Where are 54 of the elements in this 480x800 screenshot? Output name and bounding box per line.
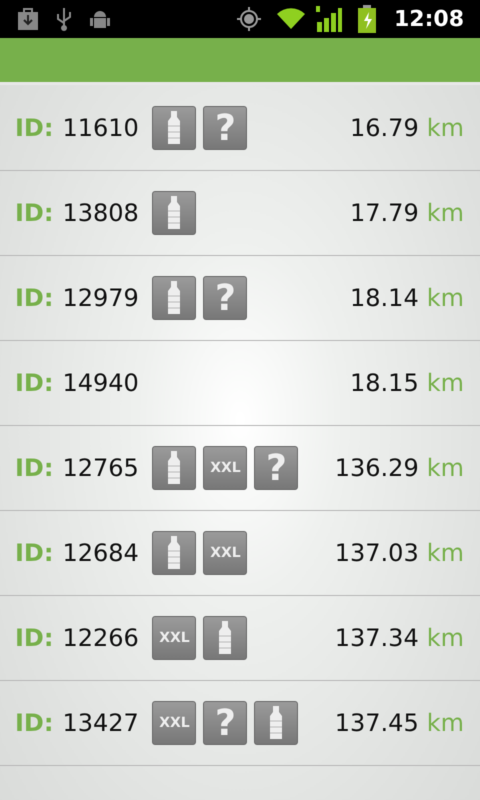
id-number: 13808 xyxy=(62,199,140,227)
id-label: ID: xyxy=(15,284,54,312)
wifi-icon xyxy=(276,7,306,31)
unit-label: km xyxy=(426,199,464,227)
unknown-tag: ? xyxy=(254,446,298,490)
bottle-icon xyxy=(152,106,196,150)
unit-label: km xyxy=(426,284,464,312)
distance: 17.79 xyxy=(350,199,419,227)
unit-label: km xyxy=(426,369,464,397)
id-number: 12684 xyxy=(62,539,140,567)
unknown-tag: ? xyxy=(203,276,248,320)
gps-icon xyxy=(236,6,262,32)
usb-icon xyxy=(54,6,74,32)
distance: 18.14 xyxy=(350,284,419,312)
id-number: 13427 xyxy=(62,709,140,737)
distance: 137.03 xyxy=(334,539,419,567)
bottle-icon xyxy=(203,616,248,660)
id-number: 12765 xyxy=(62,454,140,482)
bottle-icon xyxy=(254,701,298,745)
unit-label: km xyxy=(426,709,464,737)
bottle-icon xyxy=(152,531,196,575)
distance: 137.45 xyxy=(334,709,419,737)
id-label: ID: xyxy=(15,709,54,737)
size-tag: XXL xyxy=(203,531,248,575)
unknown-tag: ? xyxy=(203,701,248,745)
id-label: ID: xyxy=(15,454,54,482)
id-number: 11610 xyxy=(62,114,140,142)
signal-icon xyxy=(316,6,342,32)
id-label: ID: xyxy=(15,539,54,567)
download-icon xyxy=(16,7,40,31)
id-label: ID: xyxy=(15,369,54,397)
bottle-icon xyxy=(152,276,196,320)
unit-label: km xyxy=(426,539,464,567)
distance: 18.15 xyxy=(350,369,419,397)
battery-icon xyxy=(358,5,376,33)
distance: 137.34 xyxy=(334,624,419,652)
unit-label: km xyxy=(426,454,464,482)
id-number: 14940 xyxy=(62,369,140,397)
bottle-icon xyxy=(152,191,196,235)
id-number: 12979 xyxy=(62,284,140,312)
size-tag: XXL xyxy=(152,616,196,660)
unknown-tag: ? xyxy=(203,106,248,150)
size-tag: XXL xyxy=(152,701,196,745)
distance: 136.29 xyxy=(334,454,419,482)
id-label: ID: xyxy=(15,114,54,142)
bottle-icon xyxy=(152,446,196,490)
size-tag: XXL xyxy=(203,446,248,490)
id-number: 12266 xyxy=(62,624,140,652)
id-label: ID: xyxy=(15,624,54,652)
unit-label: km xyxy=(426,624,464,652)
unit-label: km xyxy=(426,114,464,142)
id-label: ID: xyxy=(15,199,54,227)
clock: 12:08 xyxy=(394,6,464,32)
distance: 16.79 xyxy=(350,114,419,142)
